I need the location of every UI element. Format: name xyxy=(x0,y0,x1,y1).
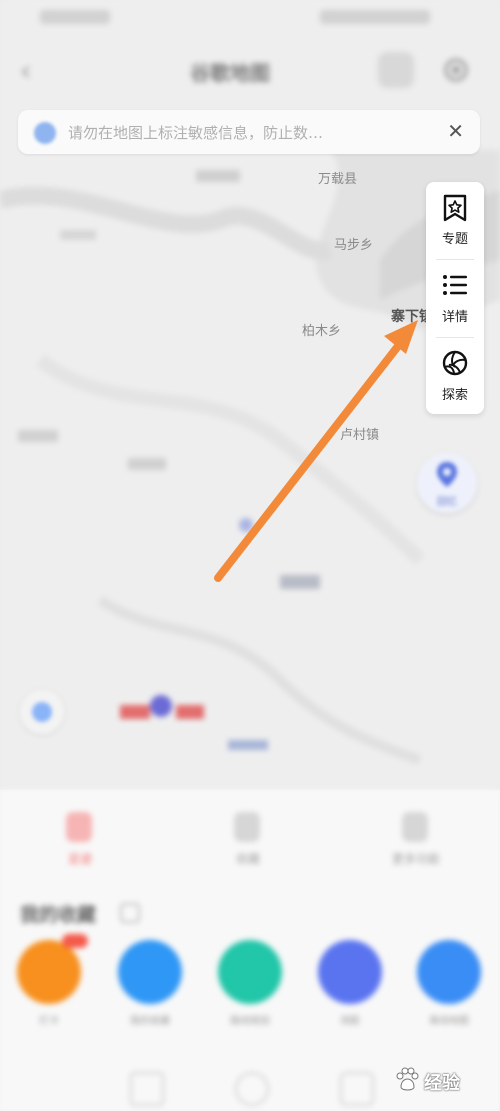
watermark-text: 经验 xyxy=(424,1073,460,1094)
top-bar: ‹ 谷歌地图 xyxy=(0,40,500,102)
app-label: 测距 xyxy=(340,1016,360,1027)
footprint-icon xyxy=(66,812,92,842)
section-title: 我的收藏 xyxy=(20,904,97,926)
app-label: 离线地图 xyxy=(429,1016,469,1027)
baidu-watermark: 经验 xyxy=(368,1061,488,1101)
notice-text: 请勿在地图上标注敏感信息，防止数… xyxy=(68,124,324,142)
notice-bar: 请勿在地图上标注敏感信息，防止数… ✕ xyxy=(18,110,480,154)
app-icon xyxy=(218,940,282,1004)
bookmark-star-icon xyxy=(443,194,467,222)
side-item-explore[interactable]: 探索 xyxy=(426,338,484,414)
nav-back-button[interactable] xyxy=(130,1072,164,1106)
side-item-label: 专题 xyxy=(441,232,468,247)
memories-label: 回忆 xyxy=(437,497,457,508)
gear-icon[interactable] xyxy=(438,52,474,88)
list-icon xyxy=(443,275,467,295)
app-route[interactable]: 路线规划 xyxy=(215,940,285,1030)
side-item-label: 详情 xyxy=(441,310,468,325)
app-label: 我的收藏 xyxy=(130,1016,170,1027)
layers-icon[interactable] xyxy=(378,52,414,88)
app-icon xyxy=(17,940,81,1004)
more-icon xyxy=(402,812,428,842)
app-label: 路线规划 xyxy=(230,1016,270,1027)
section-info-icon xyxy=(120,903,140,923)
side-item-topic[interactable]: 专题 xyxy=(426,182,484,258)
aperture-icon xyxy=(442,350,468,376)
notice-icon xyxy=(34,122,56,144)
map-label-wanzai: 万载县 xyxy=(318,172,358,187)
new-badge xyxy=(62,934,88,948)
tab-footprint[interactable]: 足迹 xyxy=(20,810,140,870)
side-item-details[interactable]: 详情 xyxy=(426,260,484,336)
tab-label: 更多功能 xyxy=(391,852,440,866)
tab-more[interactable]: 更多功能 xyxy=(356,810,476,870)
app-icon xyxy=(417,940,481,1004)
app-icon xyxy=(318,940,382,1004)
nav-home-button[interactable] xyxy=(235,1072,269,1106)
chevron-left-icon[interactable]: ‹ xyxy=(20,54,31,87)
map-label-baishui: 柏木乡 xyxy=(302,324,342,339)
app-icon xyxy=(118,940,182,1004)
locate-button[interactable] xyxy=(20,690,64,734)
map-pin-icon xyxy=(437,462,457,487)
favorites-icon xyxy=(234,812,260,842)
tab-label: 收藏 xyxy=(235,852,260,866)
status-icons xyxy=(320,10,430,24)
map-label-lucun: 卢村镇 xyxy=(340,428,380,443)
app-offline-map[interactable]: 离线地图 xyxy=(414,940,484,1030)
app-checkin[interactable]: 打卡 xyxy=(14,934,88,1030)
status-time xyxy=(40,10,110,24)
page-title: 谷歌地图 xyxy=(190,61,270,85)
app-measure[interactable]: 测距 xyxy=(315,940,385,1030)
app-favorites[interactable]: 我的收藏 xyxy=(115,940,185,1030)
close-icon[interactable]: ✕ xyxy=(447,119,464,143)
tab-favorites[interactable]: 收藏 xyxy=(188,810,308,870)
tab-label: 足迹 xyxy=(67,852,92,866)
baidu-paw-icon xyxy=(396,1067,419,1091)
side-panel: 专题 详情 探索 xyxy=(426,182,484,414)
map-view[interactable]: ‹ 谷歌地图 请勿在地图上标注敏感信息，防止数… ✕ 万载县 马步乡 柏木乡 寨… xyxy=(0,0,500,790)
side-item-label: 探索 xyxy=(441,388,468,403)
status-bar xyxy=(0,0,500,40)
map-label-mabu: 马步乡 xyxy=(334,238,374,253)
memories-button[interactable]: 回忆 xyxy=(417,453,477,513)
app-label: 打卡 xyxy=(39,1016,59,1027)
